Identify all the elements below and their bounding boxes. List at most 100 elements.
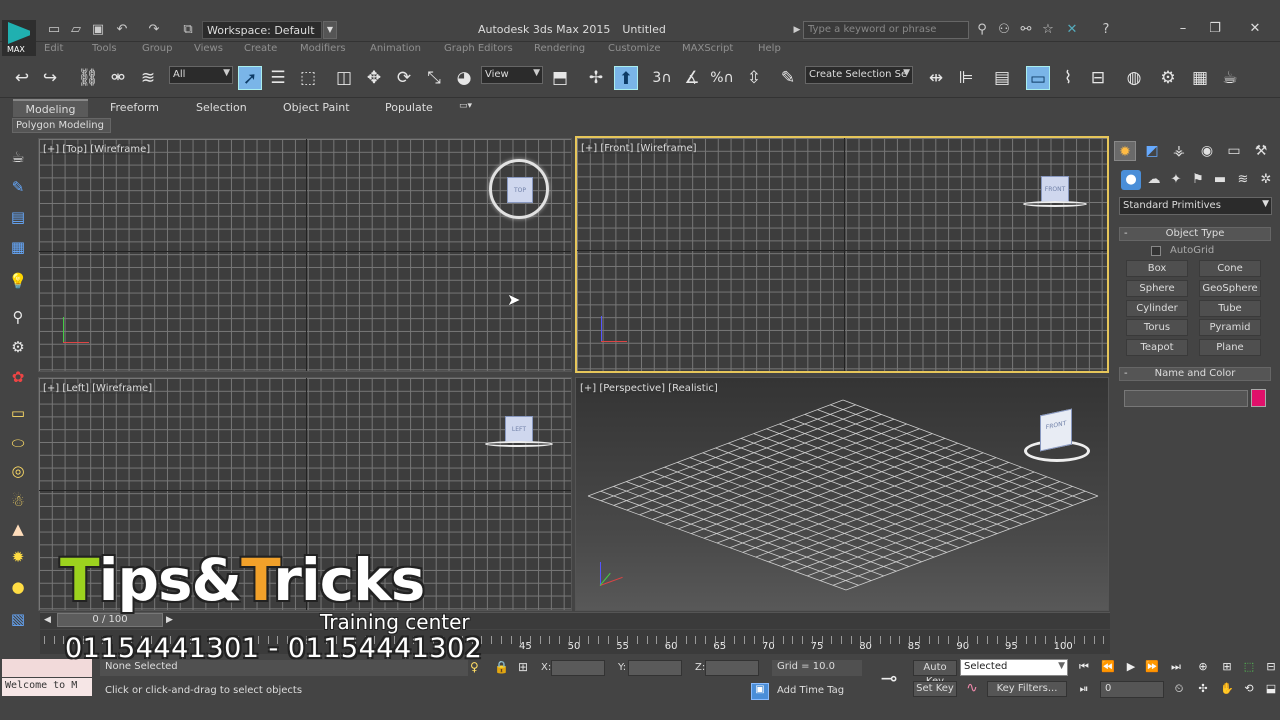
table-icon[interactable]: ▦ [7,236,29,258]
geometry-category-icon[interactable]: ● [1121,170,1141,190]
menu-maxscript[interactable]: MAXScript [682,43,733,54]
menu-graph-editors[interactable]: Graph Editors [444,43,513,54]
zoom-icon[interactable]: ⊕ [1194,659,1212,675]
plane-button[interactable]: Plane [1199,339,1261,356]
document-icon[interactable]: ▤ [7,206,29,228]
absolute-mode-icon[interactable]: ⊞ [518,660,528,674]
go-to-start-icon[interactable]: ⏮ [1075,659,1093,675]
menu-modifiers[interactable]: Modifiers [300,43,346,54]
sphere-button[interactable]: Sphere [1126,280,1188,297]
scale-icon[interactable]: ⤡ [422,66,446,90]
schematic-view-icon[interactable]: ⊟ [1086,66,1110,90]
pyramid-button[interactable]: Pyramid [1199,319,1261,336]
x-coordinate-input[interactable] [551,660,605,676]
user-search-icon[interactable]: ⚇ [996,22,1012,38]
slider-next-icon[interactable]: ▶ [166,615,173,625]
angle-snap-icon[interactable]: ∡ [680,66,704,90]
viewport-label-perspective[interactable]: [+] [Perspective] [Realistic] [580,383,718,394]
set-key-button[interactable]: Set Key [913,681,957,697]
name-color-rollout[interactable]: - Name and Color [1119,367,1271,381]
menu-customize[interactable]: Customize [608,43,661,54]
redo-icon[interactable]: ↪ [38,66,62,90]
utilities-tab-icon[interactable]: ⚒ [1250,141,1272,161]
sphere-icon[interactable]: ● [7,576,29,598]
viewport-front[interactable]: [+] [Front] [Wireframe] FRONT [575,136,1109,373]
select-manipulate-icon[interactable]: ✢ [584,66,608,90]
select-by-name-icon[interactable]: ☰ [266,66,290,90]
go-to-end-icon[interactable]: ⏭ [1167,659,1185,675]
time-tag-icon[interactable]: ▣ [751,683,769,700]
viewcube-persp[interactable]: FRONT [1040,408,1072,452]
next-frame-icon[interactable]: ⏩ [1143,659,1161,675]
select-object-icon[interactable]: ➚ [238,66,262,90]
place-icon[interactable]: ◕ [452,66,476,90]
tab-object-paint[interactable]: Object Paint [283,101,350,114]
render-production-icon[interactable]: ☕ [1218,66,1242,90]
sun-icon[interactable]: ✹ [7,546,29,568]
edit-named-selection-icon[interactable]: ✎ [776,66,800,90]
menu-group[interactable]: Group [142,43,172,54]
cone-button[interactable]: Cone [1199,260,1261,277]
move-icon[interactable]: ✥ [362,66,386,90]
tab-selection[interactable]: Selection [196,101,247,114]
bind-space-warp-icon[interactable]: ≋ [136,66,160,90]
time-slider[interactable] [40,612,1110,629]
figure-icon[interactable]: ☃ [7,490,29,512]
unlink-icon[interactable]: ⚮ [106,66,130,90]
toggle-ribbon-icon[interactable]: ▭ [1026,66,1050,90]
helper-icon[interactable]: ⚙ [7,336,29,358]
viewport-top[interactable]: [+] [Top] [Wireframe] TOP [38,138,572,372]
object-type-rollout[interactable]: - Object Type [1119,227,1271,241]
rotate-icon[interactable]: ⟳ [392,66,416,90]
viewport-perspective[interactable]: [+] [Perspective] [Realistic] FRONT [575,377,1109,611]
time-slider-handle[interactable]: 0 / 100 [57,613,163,627]
isolate-icon[interactable]: ♀ [470,660,479,674]
new-file-icon[interactable]: ▭ [46,22,62,38]
zoom-extents-all-icon[interactable]: ⊟ [1262,659,1280,675]
key-filters-button[interactable]: Key Filters... [987,681,1067,697]
key-mode-curve-icon[interactable]: ∿ [962,680,982,698]
field-of-view-icon[interactable]: ✣ [1194,681,1212,697]
spinner-snap-icon[interactable]: ⇳ [742,66,766,90]
rectangular-selection-icon[interactable]: ⬚ [296,66,320,90]
systems-category-icon[interactable]: ✲ [1256,170,1276,190]
snaps-toggle-icon[interactable]: 3∩ [650,66,674,90]
tab-populate[interactable]: Populate [385,101,433,114]
tube-button[interactable]: Tube [1199,300,1261,317]
capsule-icon[interactable]: ⬭ [7,432,29,454]
orbit-icon[interactable]: ⟲ [1240,681,1258,697]
workspace-more-button[interactable]: ▼ [323,21,337,39]
menu-create[interactable]: Create [244,43,277,54]
menu-views[interactable]: Views [194,43,223,54]
maxscript-mini-listener[interactable]: Welcome to M [2,678,92,696]
display-tab-icon[interactable]: ▭ [1223,141,1245,161]
light-bulb-icon[interactable]: 💡 [7,270,29,292]
menu-tools[interactable]: Tools [92,43,117,54]
toggle-scene-explorer-icon[interactable]: ▤ [990,66,1014,90]
space-warps-category-icon[interactable]: ≋ [1233,170,1253,190]
viewcube-front[interactable]: FRONT [1041,176,1069,202]
box-primitive-icon[interactable]: ▭ [7,402,29,424]
z-coordinate-input[interactable] [705,660,759,676]
reference-coordinate-dropdown[interactable]: View ▼ [481,66,543,84]
torus-icon[interactable]: ◎ [7,460,29,482]
community-icon[interactable]: ⚯ [1018,22,1034,38]
y-coordinate-input[interactable] [628,660,682,676]
camera-icon[interactable]: ⚲ [7,306,29,328]
key-selection-dropdown[interactable]: Selected ▼ [960,659,1068,676]
percent-snap-icon[interactable]: %∩ [710,66,734,90]
previous-frame-icon[interactable]: ⏪ [1099,659,1117,675]
motion-tab-icon[interactable]: ◉ [1196,141,1218,161]
pan-icon[interactable]: ✋ [1218,681,1236,697]
link-icon[interactable]: ⛓ [76,66,100,90]
restore-button[interactable]: ❐ [1200,20,1230,38]
menu-edit[interactable]: Edit [44,43,63,54]
selection-filter-dropdown[interactable]: All ▼ [169,66,233,84]
pivot-center-icon[interactable]: ⬒ [548,66,572,90]
help-icon[interactable]: ? [1098,22,1114,38]
align-icon[interactable]: ⊫ [954,66,978,90]
search-input[interactable]: Type a keyword or phrase [803,21,969,39]
teapot-button[interactable]: Teapot [1126,339,1188,356]
zoom-extents-icon[interactable]: ⬚ [1240,659,1258,675]
open-file-icon[interactable]: ▱ [68,22,84,38]
